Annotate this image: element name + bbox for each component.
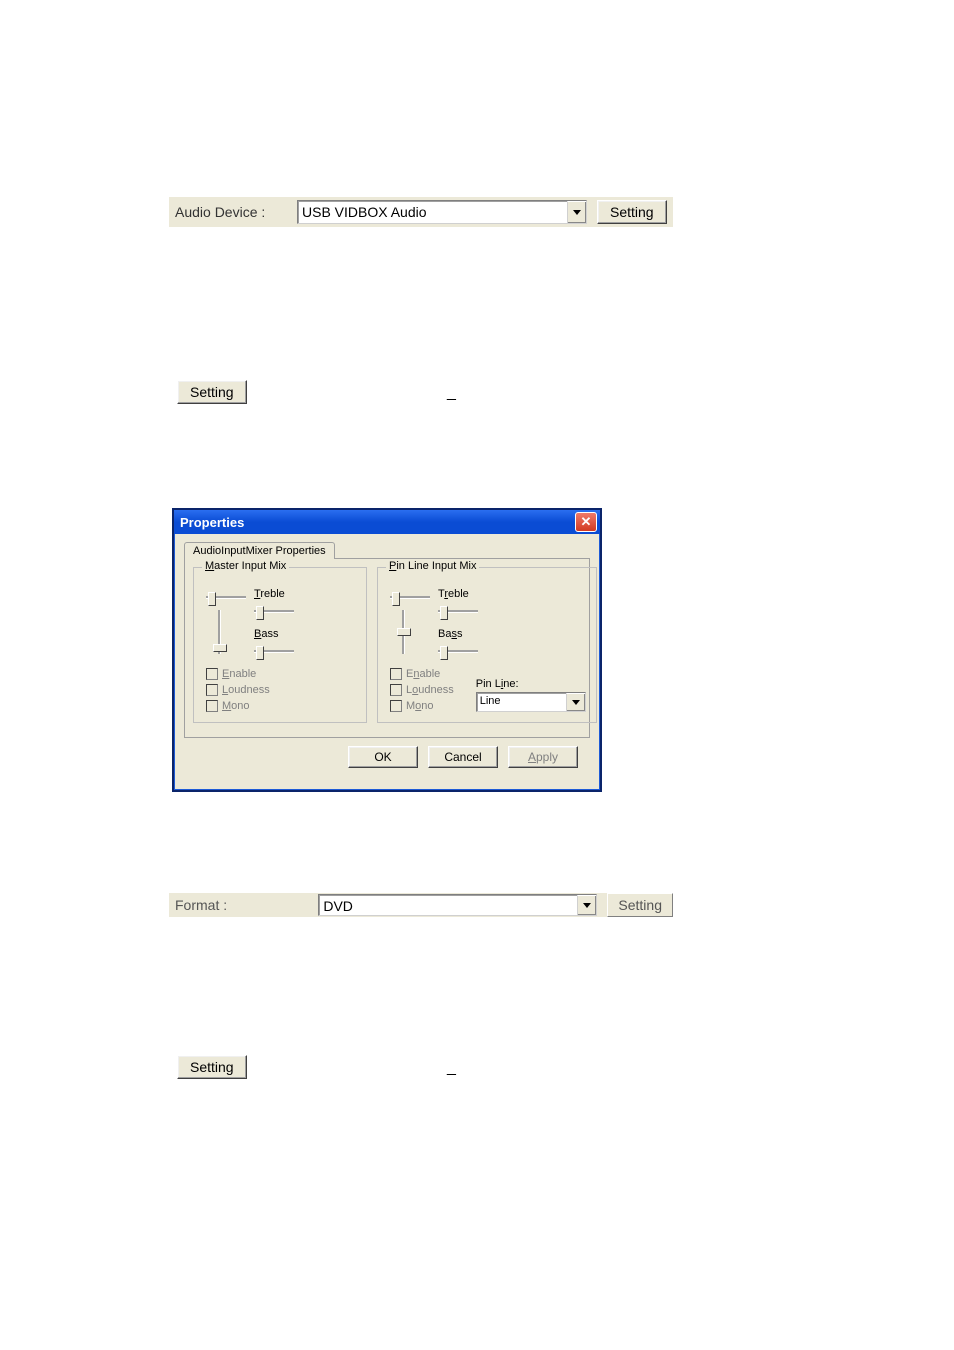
dropdown-arrow-button[interactable] — [567, 201, 586, 223]
pinline-bass-label: Bass — [438, 628, 478, 640]
group-pinline-input-mix: Pin Line Input Mix — [377, 567, 597, 723]
apply-button[interactable]: Apply — [508, 746, 578, 768]
group-legend-master: Master Input Mix — [202, 560, 289, 572]
pinline-enable-checkbox[interactable] — [390, 668, 402, 680]
dialog-titlebar: Properties ✕ — [174, 510, 600, 534]
cancel-button[interactable]: Cancel — [428, 746, 498, 768]
master-bass-label: Bass — [254, 628, 294, 640]
group-legend-pinline: Pin Line Input Mix — [386, 560, 479, 572]
master-loudness-row: Loudness — [206, 684, 356, 696]
pinline-mono-row: Mono — [390, 700, 454, 712]
underscore-1: _ — [447, 384, 456, 402]
format-bar: Format : DVD Setting — [169, 893, 673, 917]
chevron-down-icon — [583, 903, 591, 908]
master-volume-slider[interactable] — [212, 610, 226, 654]
audio-device-dropdown[interactable]: USB VIDBOX Audio — [297, 200, 587, 224]
tab-audioinputmixer[interactable]: AudioInputMixer Properties — [184, 542, 335, 559]
master-enable-checkbox[interactable] — [206, 668, 218, 680]
underscore-2: _ — [447, 1059, 456, 1077]
pinline-mono-checkbox[interactable] — [390, 700, 402, 712]
pinline-enable-row: Enable — [390, 668, 454, 680]
pinline-loudness-row: Loudness — [390, 684, 454, 696]
pinline-treble-slider[interactable] — [438, 604, 478, 618]
master-enable-row: Enable — [206, 668, 356, 680]
properties-dialog: Properties ✕ AudioInputMixer Properties … — [172, 508, 602, 792]
dialog-close-button[interactable]: ✕ — [575, 512, 597, 532]
format-value: DVD — [319, 895, 577, 915]
dialog-button-row: OK Cancel Apply — [184, 738, 590, 780]
master-treble-slider[interactable] — [254, 604, 294, 618]
format-label: Format : — [175, 897, 318, 913]
setting-button-standalone-1[interactable]: Setting — [177, 380, 247, 404]
pin-line-dropdown[interactable]: Line — [476, 692, 586, 712]
pinline-loudness-checkbox[interactable] — [390, 684, 402, 696]
dialog-title: Properties — [180, 515, 244, 530]
chevron-down-icon — [572, 700, 580, 705]
master-treble-label: Treble — [254, 588, 294, 600]
pinline-pan-slider[interactable] — [390, 590, 430, 604]
group-master-input-mix: Master Input Mix — [193, 567, 367, 723]
chevron-down-icon — [573, 210, 581, 215]
master-bass-slider[interactable] — [254, 644, 294, 658]
close-icon: ✕ — [581, 516, 592, 528]
audio-device-value: USB VIDBOX Audio — [298, 201, 567, 223]
master-mono-checkbox[interactable] — [206, 700, 218, 712]
format-dropdown[interactable]: DVD — [318, 894, 597, 916]
pinline-volume-slider[interactable] — [396, 610, 410, 654]
dropdown-arrow-button[interactable] — [566, 693, 585, 711]
master-mono-row: Mono — [206, 700, 356, 712]
format-setting-button[interactable]: Setting — [607, 893, 673, 917]
audio-device-bar: Audio Device : USB VIDBOX Audio Setting — [169, 197, 673, 227]
pinline-treble-label: Treble — [438, 588, 478, 600]
audio-device-label: Audio Device : — [175, 204, 297, 220]
pin-line-label: Pin Line: — [476, 678, 586, 690]
setting-button-standalone-2[interactable]: Setting — [177, 1055, 247, 1079]
pinline-bass-slider[interactable] — [438, 644, 478, 658]
master-loudness-checkbox[interactable] — [206, 684, 218, 696]
tab-panel: Master Input Mix — [184, 558, 590, 738]
pin-line-value: Line — [477, 693, 566, 711]
ok-button[interactable]: OK — [348, 746, 418, 768]
dropdown-arrow-button[interactable] — [577, 895, 596, 915]
audio-setting-button[interactable]: Setting — [597, 200, 667, 224]
master-pan-slider[interactable] — [206, 590, 246, 604]
